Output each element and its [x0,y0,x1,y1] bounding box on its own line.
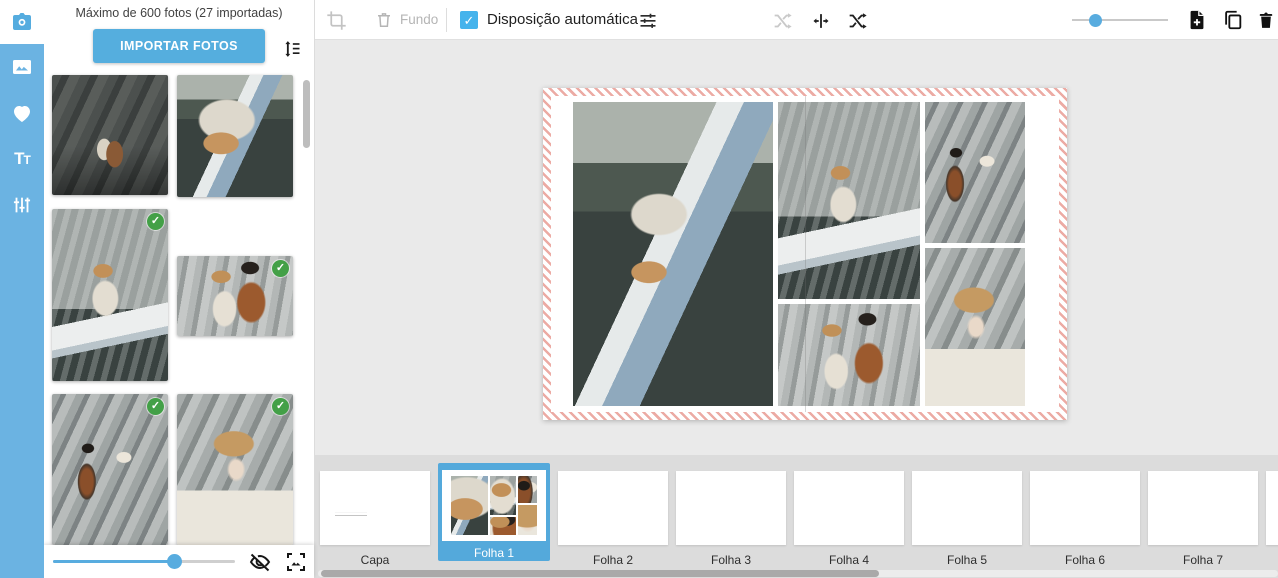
page-thumbnail [676,471,786,545]
editor-toolbar: Fundo ✓ Disposição automática [315,0,1278,40]
spread-photo-boat-lean[interactable] [573,102,773,406]
page-label: Folha 6 [1065,553,1105,567]
filmstrip-scrollbar-thumb[interactable] [321,570,879,577]
pages-filmstrip: Capa Folha 1 Folha 2 Folha 3 Folha 4 Folha 5 F… [315,455,1278,578]
library-photo-man-rock[interactable]: ✓ [52,394,168,545]
page-tile-folha-2[interactable]: Folha 2 [558,455,668,567]
canvas-area [315,40,1278,455]
thumbnail-size-slider[interactable] [53,560,235,563]
zoom-slider-knob[interactable] [1089,14,1102,27]
page-thumbnail [558,471,668,545]
library-scrollbar-thumb[interactable] [303,80,310,148]
mini-photo-woman-hat [518,505,537,535]
adjustments-sliders-icon[interactable] [9,192,35,218]
spread-photo-woman-hat[interactable] [925,248,1025,406]
library-footer [44,545,314,578]
page-label: Folha 1 [474,546,514,560]
page-thumbnail [912,471,1022,545]
page-thumbnail [1266,471,1278,545]
camera-icon[interactable] [0,0,44,44]
slider-fill [53,560,175,563]
cover-title-text [335,512,367,517]
page-thumbnail [320,471,430,545]
library-photo-rail-couple[interactable] [52,75,168,195]
page-thumbnail [1030,471,1140,545]
layout-settings-icon[interactable] [638,10,658,30]
page-tile-folha-1[interactable]: Folha 1 [438,463,550,561]
page-label: Folha 2 [593,553,633,567]
mini-photo-couple [490,517,516,535]
duplicate-page-icon[interactable] [1222,8,1244,32]
page-thumbnail [1148,471,1258,545]
page-thumbnail [442,470,546,541]
auto-layout-label: Disposição automática [487,11,638,28]
favorites-heart-icon[interactable] [9,100,35,126]
photo-used-check-icon: ✓ [147,398,164,415]
page-label: Capa [361,553,390,567]
auto-layout-checkbox[interactable]: ✓ [460,11,478,29]
page-label: Folha 4 [829,553,869,567]
page-tiles: Capa Folha 1 Folha 2 Folha 3 Folha 4 Folha 5 F… [320,455,1278,567]
page-tile-folha-4[interactable]: Folha 4 [794,455,904,567]
hide-used-photos-icon[interactable] [248,550,272,574]
shuffle-icon[interactable] [846,10,868,32]
page-label: Folha 7 [1183,553,1223,567]
import-photos-button[interactable]: IMPORTAR FOTOS [93,29,265,63]
background-label: Fundo [400,12,438,27]
swap-photos-icon[interactable] [771,10,793,32]
page-label: Folha 3 [711,553,751,567]
page-tile-folha-5[interactable]: Folha 5 [912,455,1022,567]
mini-photo-man-rock [518,476,537,503]
crop-icon[interactable] [326,10,347,31]
page-tile-capa[interactable]: Capa [320,455,430,567]
library-photo-boat-lean[interactable] [177,75,293,197]
photo-used-check-icon: ✓ [272,260,289,277]
library-photo-boat-sit[interactable]: ✓ [52,209,168,381]
photo-library-panel: ✓ ✓ ✓ ✓ Máximo de 600 fotos (27 importadas)… [44,0,315,578]
slider-knob[interactable] [167,554,182,569]
editor-main: Fundo ✓ Disposição automática [315,0,1278,578]
spread-fold-line [805,96,806,412]
photo-grid: ✓ ✓ ✓ ✓ [44,0,314,545]
sort-order-icon[interactable] [282,39,302,59]
left-icon-rail: TT [0,0,44,578]
mini-photo-boat-sit [490,476,516,515]
page-tile-folha-7[interactable]: Folha 7 [1148,455,1258,567]
photos-panel-icon[interactable] [9,54,35,80]
page-thumbnail [794,471,904,545]
zoom-slider[interactable] [1072,19,1168,21]
rail-tools: TT [0,44,44,578]
library-photo-woman-hat[interactable]: ✓ [177,394,293,545]
page-label: Folha 5 [947,553,987,567]
filmstrip-scrollbar[interactable] [318,570,1278,577]
spread-photo-boat-sit[interactable] [778,102,920,299]
spread-photo-couple[interactable] [778,304,920,406]
photobook-editor: TT ✓ ✓ ✓ ✓ Máximo de 600 fotos (27 importad… [0,0,1278,578]
show-in-frame-icon[interactable] [284,550,308,574]
delete-page-icon[interactable] [1256,8,1276,32]
page-tile-next[interactable] [1266,455,1278,553]
split-horizontal-icon[interactable] [810,10,832,32]
background-button[interactable]: Fundo [375,10,438,29]
toolbar-divider [446,8,447,32]
page-tile-folha-3[interactable]: Folha 3 [676,455,786,567]
mini-photo-boat-lean [451,476,488,535]
spread-photo-man-rock[interactable] [925,102,1025,243]
library-photo-couple[interactable]: ✓ [177,256,293,336]
page-tile-folha-6[interactable]: Folha 6 [1030,455,1140,567]
photo-used-check-icon: ✓ [147,213,164,230]
book-spread [543,88,1067,420]
photo-used-check-icon: ✓ [272,398,289,415]
text-tool-icon[interactable]: TT [9,146,35,172]
add-page-icon[interactable] [1186,8,1208,32]
photo-count-label: Máximo de 600 fotos (27 importadas) [44,6,314,20]
trash-outline-icon [375,10,393,29]
